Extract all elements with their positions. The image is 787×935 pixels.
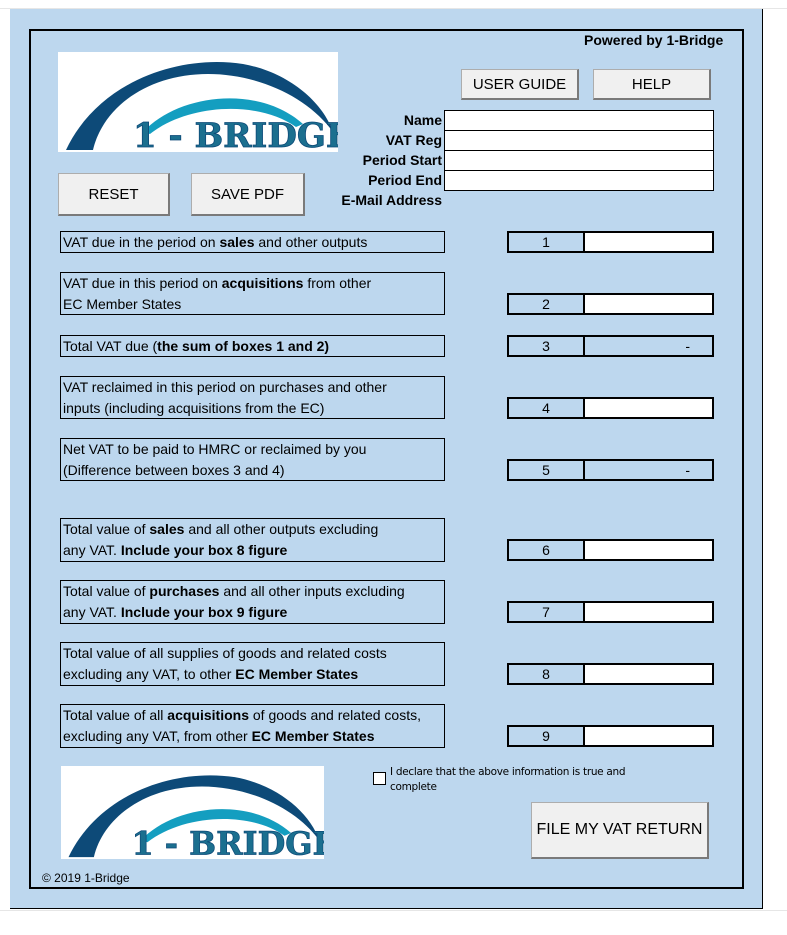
logo-text: 1 - BRIDGE <box>131 825 324 859</box>
copyright-text: © 2019 1-Bridge <box>42 871 130 885</box>
description-text: Total value of all supplies of goods and… <box>63 645 387 661</box>
box-7-number: 7 <box>507 601 585 623</box>
description-text: of goods and related costs, <box>248 707 421 723</box>
box-2-number: 2 <box>507 293 585 315</box>
box-9-number: 9 <box>507 725 585 747</box>
vat-reg-label: VAT Reg <box>385 132 442 148</box>
description-text: and all other inputs excluding <box>219 583 405 599</box>
box-5-number: 5 <box>507 459 585 481</box>
vat-reg-field[interactable] <box>444 130 714 151</box>
declaration-checkbox[interactable] <box>373 772 386 785</box>
box-6-description: Total value of sales and all other outpu… <box>60 518 445 562</box>
description-text: any VAT. <box>63 542 121 558</box>
box-7-description: Total value of purchases and all other i… <box>60 580 445 624</box>
box-5-description: Net VAT to be paid to HMRC or reclaimed … <box>60 438 445 481</box>
description-text: excluding any VAT, to other <box>63 666 236 682</box>
description-emphasis: Include your box 8 figure <box>120 542 288 558</box>
description-emphasis: EC Member States <box>251 728 375 744</box>
box-1-value-input[interactable] <box>583 231 714 253</box>
box-4-number: 4 <box>507 397 585 419</box>
bridge-logo-icon: 1 - BRIDGE <box>68 775 324 859</box>
box-4-description: VAT reclaimed in this period on purchase… <box>60 376 445 419</box>
powered-by-label: Powered by 1-Bridge <box>584 32 724 48</box>
file-vat-return-button[interactable]: FILE MY VAT RETURN <box>531 802 709 859</box>
box-6-number: 6 <box>507 539 585 561</box>
description-text: Total VAT due ( <box>63 338 158 354</box>
description-text: excluding any VAT, from other <box>63 728 252 744</box>
description-emphasis: acquisitions <box>221 275 304 291</box>
box-7-value-input[interactable] <box>583 601 714 623</box>
description-text: from other <box>303 275 372 291</box>
description-text: any VAT. <box>63 604 121 620</box>
company-logo-footer: 1 - BRIDGE <box>61 766 324 859</box>
logo-text: 1 - BRIDGE <box>133 116 338 152</box>
box-6-value-input[interactable] <box>583 539 714 561</box>
description-emphasis: EC Member States <box>235 666 359 682</box>
description-text: and all other outputs excluding <box>184 521 379 537</box>
name-field[interactable] <box>444 110 714 131</box>
box-3-value: - <box>583 335 714 357</box>
description-text: (Difference between boxes 3 and 4) <box>63 462 285 478</box>
description-emphasis: acquisitions <box>167 707 249 723</box>
description-text: Total value of <box>63 583 150 599</box>
description-text: EC Member States <box>63 296 182 312</box>
description-text: inputs (including acquisitions from the … <box>63 400 325 416</box>
box-8-description: Total value of all supplies of goods and… <box>60 642 445 686</box>
save-pdf-button[interactable]: SAVE PDF <box>191 173 305 216</box>
sheet-gridline <box>0 910 787 911</box>
box-4-value-input[interactable] <box>583 397 714 419</box>
box-2-value-input[interactable] <box>583 293 714 315</box>
description-emphasis: sales <box>149 521 185 537</box>
description-text: VAT reclaimed in this period on purchase… <box>63 379 387 395</box>
box-1-description: VAT due in the period on sales and other… <box>60 231 445 253</box>
box-1-number: 1 <box>507 231 585 253</box>
description-emphasis: purchases <box>149 583 220 599</box>
box-3-description: Total VAT due (the sum of boxes 1 and 2) <box>60 335 445 357</box>
period-start-field[interactable] <box>444 150 714 171</box>
box-8-value-input[interactable] <box>583 663 714 685</box>
help-button[interactable]: HELP <box>593 69 711 100</box>
description-text: Total value of all <box>63 707 168 723</box>
description-emphasis: Include your box 9 figure <box>120 604 288 620</box>
description-emphasis: sales <box>219 234 255 250</box>
period-start-label: Period Start <box>362 152 442 168</box>
period-end-label: Period End <box>368 172 442 188</box>
description-text: Total value of <box>63 521 150 537</box>
box-3-number: 3 <box>507 335 585 357</box>
description-text: VAT due in the period on <box>63 234 220 250</box>
box-9-description: Total value of all acquisitions of goods… <box>60 704 445 748</box>
bridge-logo-icon: 1 - BRIDGE <box>66 62 338 152</box>
description-text: and other outputs <box>254 234 368 250</box>
description-text: Net VAT to be paid to HMRC or reclaimed … <box>63 441 367 457</box>
user-guide-button[interactable]: USER GUIDE <box>461 69 579 100</box>
box-2-description: VAT due in this period on acquisitions f… <box>60 272 445 315</box>
box-8-number: 8 <box>507 663 585 685</box>
box-5-value: - <box>583 459 714 481</box>
period-end-field[interactable] <box>444 170 714 191</box>
description-text: VAT due in this period on <box>63 275 222 291</box>
company-logo: 1 - BRIDGE <box>58 52 338 152</box>
declaration-text: I declare that the above information is … <box>390 766 626 793</box>
description-emphasis: the sum of boxes 1 and 2) <box>157 338 330 354</box>
name-label: Name <box>403 112 442 128</box>
box-9-value-input[interactable] <box>583 725 714 747</box>
reset-button[interactable]: RESET <box>58 173 170 216</box>
email-label: E-Mail Address <box>341 192 442 208</box>
